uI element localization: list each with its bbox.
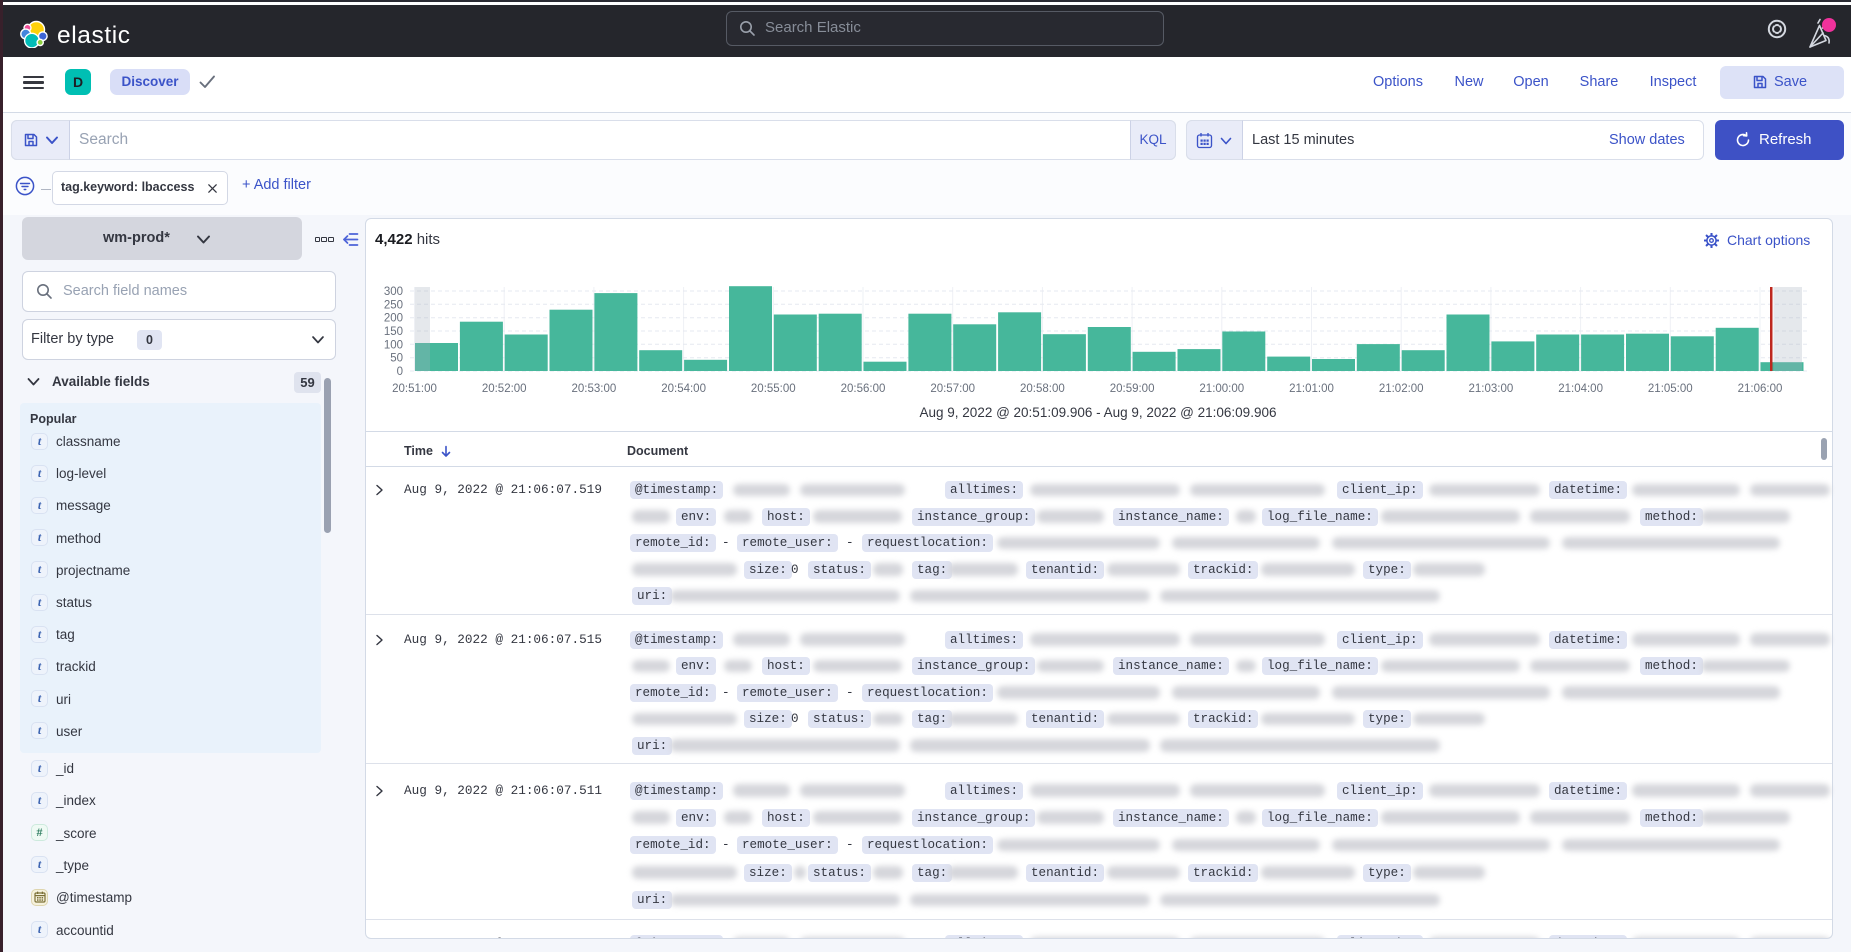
svg-text:200: 200 (384, 313, 403, 325)
svg-text:21:04:00: 21:04:00 (1558, 383, 1603, 395)
svg-text:21:01:00: 21:01:00 (1289, 383, 1334, 395)
svg-text:0: 0 (397, 366, 403, 378)
svg-text:250: 250 (384, 299, 403, 311)
svg-text:300: 300 (384, 286, 403, 298)
svg-text:21:03:00: 21:03:00 (1469, 383, 1514, 395)
svg-text:20:57:00: 20:57:00 (930, 383, 975, 395)
svg-text:20:51:00: 20:51:00 (392, 383, 437, 395)
svg-text:20:52:00: 20:52:00 (482, 383, 527, 395)
svg-text:20:56:00: 20:56:00 (841, 383, 886, 395)
svg-text:21:05:00: 21:05:00 (1648, 383, 1693, 395)
svg-text:20:58:00: 20:58:00 (1020, 383, 1065, 395)
svg-text:21:00:00: 21:00:00 (1199, 383, 1244, 395)
svg-text:20:53:00: 20:53:00 (572, 383, 617, 395)
svg-text:20:54:00: 20:54:00 (661, 383, 706, 395)
svg-text:21:06:00: 21:06:00 (1738, 383, 1783, 395)
svg-text:20:55:00: 20:55:00 (751, 383, 796, 395)
svg-text:50: 50 (390, 353, 403, 365)
svg-text:20:59:00: 20:59:00 (1110, 383, 1155, 395)
svg-text:100: 100 (384, 339, 403, 351)
svg-text:21:02:00: 21:02:00 (1379, 383, 1424, 395)
svg-text:150: 150 (384, 326, 403, 338)
